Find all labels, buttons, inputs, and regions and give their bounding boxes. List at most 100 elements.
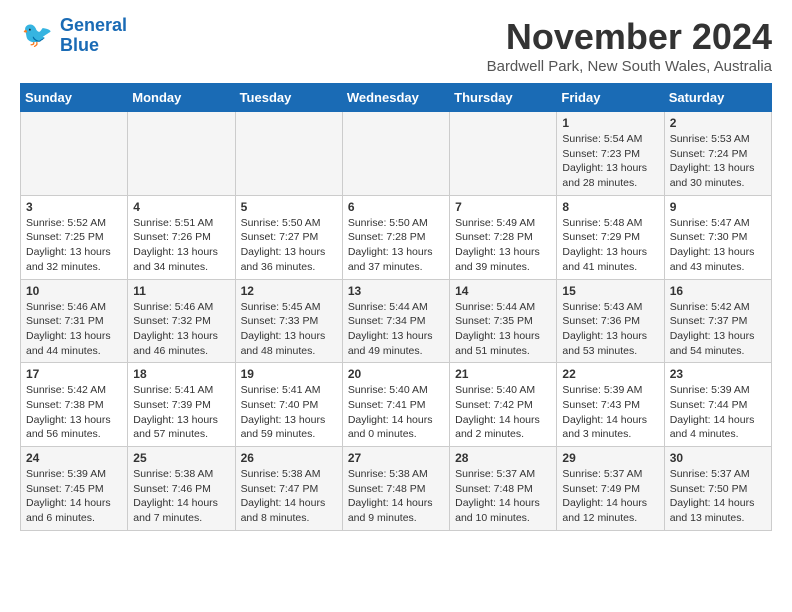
- day-info: Sunrise: 5:41 AMSunset: 7:39 PMDaylight:…: [133, 383, 229, 442]
- col-header-tuesday: Tuesday: [235, 84, 342, 112]
- title-block: November 2024 Bardwell Park, New South W…: [487, 16, 772, 75]
- day-info: Sunrise: 5:41 AMSunset: 7:40 PMDaylight:…: [241, 383, 337, 442]
- calendar-day: 3 Sunrise: 5:52 AMSunset: 7:25 PMDaylight…: [21, 195, 128, 279]
- day-info: Sunrise: 5:48 AMSunset: 7:29 PMDaylight:…: [562, 216, 658, 275]
- day-number: 17: [26, 367, 122, 381]
- day-info: Sunrise: 5:49 AMSunset: 7:28 PMDaylight:…: [455, 216, 551, 275]
- calendar-week-5: 24 Sunrise: 5:39 AMSunset: 7:45 PMDayligh…: [21, 447, 772, 531]
- day-info: Sunrise: 5:38 AMSunset: 7:46 PMDaylight:…: [133, 467, 229, 526]
- day-number: 1: [562, 116, 658, 130]
- calendar-day: [450, 112, 557, 196]
- col-header-friday: Friday: [557, 84, 664, 112]
- day-number: 6: [348, 200, 444, 214]
- calendar-day: 29 Sunrise: 5:37 AMSunset: 7:49 PMDayligh…: [557, 447, 664, 531]
- logo-icon: 🐦: [20, 18, 56, 54]
- page-header: 🐦 General Blue November 2024 Bardwell Pa…: [20, 16, 772, 75]
- day-info: Sunrise: 5:44 AMSunset: 7:35 PMDaylight:…: [455, 300, 551, 359]
- day-info: Sunrise: 5:47 AMSunset: 7:30 PMDaylight:…: [670, 216, 766, 275]
- location-subtitle: Bardwell Park, New South Wales, Australi…: [487, 58, 772, 75]
- day-info: Sunrise: 5:44 AMSunset: 7:34 PMDaylight:…: [348, 300, 444, 359]
- day-info: Sunrise: 5:52 AMSunset: 7:25 PMDaylight:…: [26, 216, 122, 275]
- month-title: November 2024: [487, 16, 772, 58]
- day-number: 4: [133, 200, 229, 214]
- calendar-day: [21, 112, 128, 196]
- calendar-day: [342, 112, 449, 196]
- calendar-day: 11Sunrise: 5:46 AMSunset: 7:32 PMDayligh…: [128, 279, 235, 363]
- calendar-week-4: 17Sunrise: 5:42 AMSunset: 7:38 PMDayligh…: [21, 363, 772, 447]
- day-info: Sunrise: 5:37 AMSunset: 7:50 PMDaylight:…: [670, 467, 766, 526]
- day-number: 15: [562, 284, 658, 298]
- calendar-body: 1 Sunrise: 5:54 AMSunset: 7:23 PMDaylight…: [21, 112, 772, 531]
- col-header-wednesday: Wednesday: [342, 84, 449, 112]
- calendar-day: 13 Sunrise: 5:44 AMSunset: 7:34 PMDayligh…: [342, 279, 449, 363]
- calendar-day: 15 Sunrise: 5:43 AMSunset: 7:36 PMDayligh…: [557, 279, 664, 363]
- day-number: 28: [455, 451, 551, 465]
- calendar-week-2: 3 Sunrise: 5:52 AMSunset: 7:25 PMDaylight…: [21, 195, 772, 279]
- calendar-day: 24 Sunrise: 5:39 AMSunset: 7:45 PMDayligh…: [21, 447, 128, 531]
- calendar-day: 12 Sunrise: 5:45 AMSunset: 7:33 PMDayligh…: [235, 279, 342, 363]
- calendar-day: [128, 112, 235, 196]
- calendar-day: 30 Sunrise: 5:37 AMSunset: 7:50 PMDayligh…: [664, 447, 771, 531]
- day-number: 22: [562, 367, 658, 381]
- calendar-day: 6 Sunrise: 5:50 AMSunset: 7:28 PMDaylight…: [342, 195, 449, 279]
- day-number: 5: [241, 200, 337, 214]
- calendar-day: 14 Sunrise: 5:44 AMSunset: 7:35 PMDayligh…: [450, 279, 557, 363]
- day-number: 3: [26, 200, 122, 214]
- day-info: Sunrise: 5:38 AMSunset: 7:47 PMDaylight:…: [241, 467, 337, 526]
- day-number: 11: [133, 284, 229, 298]
- col-header-saturday: Saturday: [664, 84, 771, 112]
- day-info: Sunrise: 5:46 AMSunset: 7:31 PMDaylight:…: [26, 300, 122, 359]
- calendar-day: 23 Sunrise: 5:39 AMSunset: 7:44 PMDayligh…: [664, 363, 771, 447]
- day-number: 18: [133, 367, 229, 381]
- calendar-day: [235, 112, 342, 196]
- day-number: 16: [670, 284, 766, 298]
- day-number: 10: [26, 284, 122, 298]
- calendar-day: 22 Sunrise: 5:39 AMSunset: 7:43 PMDayligh…: [557, 363, 664, 447]
- logo-text: General Blue: [60, 16, 127, 56]
- svg-text:🐦: 🐦: [22, 21, 53, 49]
- day-number: 23: [670, 367, 766, 381]
- day-number: 9: [670, 200, 766, 214]
- day-number: 24: [26, 451, 122, 465]
- calendar-header: SundayMondayTuesdayWednesdayThursdayFrid…: [21, 84, 772, 112]
- day-number: 13: [348, 284, 444, 298]
- day-info: Sunrise: 5:43 AMSunset: 7:36 PMDaylight:…: [562, 300, 658, 359]
- day-info: Sunrise: 5:42 AMSunset: 7:37 PMDaylight:…: [670, 300, 766, 359]
- calendar-day: 7 Sunrise: 5:49 AMSunset: 7:28 PMDaylight…: [450, 195, 557, 279]
- day-info: Sunrise: 5:40 AMSunset: 7:41 PMDaylight:…: [348, 383, 444, 442]
- calendar-day: 4 Sunrise: 5:51 AMSunset: 7:26 PMDaylight…: [128, 195, 235, 279]
- day-info: Sunrise: 5:37 AMSunset: 7:48 PMDaylight:…: [455, 467, 551, 526]
- day-info: Sunrise: 5:50 AMSunset: 7:28 PMDaylight:…: [348, 216, 444, 275]
- day-info: Sunrise: 5:51 AMSunset: 7:26 PMDaylight:…: [133, 216, 229, 275]
- day-info: Sunrise: 5:54 AMSunset: 7:23 PMDaylight:…: [562, 132, 658, 191]
- col-header-thursday: Thursday: [450, 84, 557, 112]
- calendar-day: 25 Sunrise: 5:38 AMSunset: 7:46 PMDayligh…: [128, 447, 235, 531]
- day-info: Sunrise: 5:37 AMSunset: 7:49 PMDaylight:…: [562, 467, 658, 526]
- day-number: 7: [455, 200, 551, 214]
- day-info: Sunrise: 5:39 AMSunset: 7:45 PMDaylight:…: [26, 467, 122, 526]
- col-header-sunday: Sunday: [21, 84, 128, 112]
- calendar-day: 27Sunrise: 5:38 AMSunset: 7:48 PMDayligh…: [342, 447, 449, 531]
- day-info: Sunrise: 5:53 AMSunset: 7:24 PMDaylight:…: [670, 132, 766, 191]
- day-number: 25: [133, 451, 229, 465]
- calendar-day: 19Sunrise: 5:41 AMSunset: 7:40 PMDayligh…: [235, 363, 342, 447]
- day-info: Sunrise: 5:39 AMSunset: 7:43 PMDaylight:…: [562, 383, 658, 442]
- day-info: Sunrise: 5:38 AMSunset: 7:48 PMDaylight:…: [348, 467, 444, 526]
- calendar-day: 20 Sunrise: 5:40 AMSunset: 7:41 PMDayligh…: [342, 363, 449, 447]
- day-number: 21: [455, 367, 551, 381]
- day-number: 29: [562, 451, 658, 465]
- calendar-day: 9 Sunrise: 5:47 AMSunset: 7:30 PMDaylight…: [664, 195, 771, 279]
- calendar-day: 2 Sunrise: 5:53 AMSunset: 7:24 PMDaylight…: [664, 112, 771, 196]
- day-info: Sunrise: 5:45 AMSunset: 7:33 PMDaylight:…: [241, 300, 337, 359]
- day-number: 30: [670, 451, 766, 465]
- day-info: Sunrise: 5:39 AMSunset: 7:44 PMDaylight:…: [670, 383, 766, 442]
- calendar-day: 8Sunrise: 5:48 AMSunset: 7:29 PMDaylight…: [557, 195, 664, 279]
- day-number: 12: [241, 284, 337, 298]
- day-number: 2: [670, 116, 766, 130]
- day-number: 14: [455, 284, 551, 298]
- calendar-day: 10 Sunrise: 5:46 AMSunset: 7:31 PMDayligh…: [21, 279, 128, 363]
- day-info: Sunrise: 5:40 AMSunset: 7:42 PMDaylight:…: [455, 383, 551, 442]
- day-number: 20: [348, 367, 444, 381]
- day-info: Sunrise: 5:50 AMSunset: 7:27 PMDaylight:…: [241, 216, 337, 275]
- col-header-monday: Monday: [128, 84, 235, 112]
